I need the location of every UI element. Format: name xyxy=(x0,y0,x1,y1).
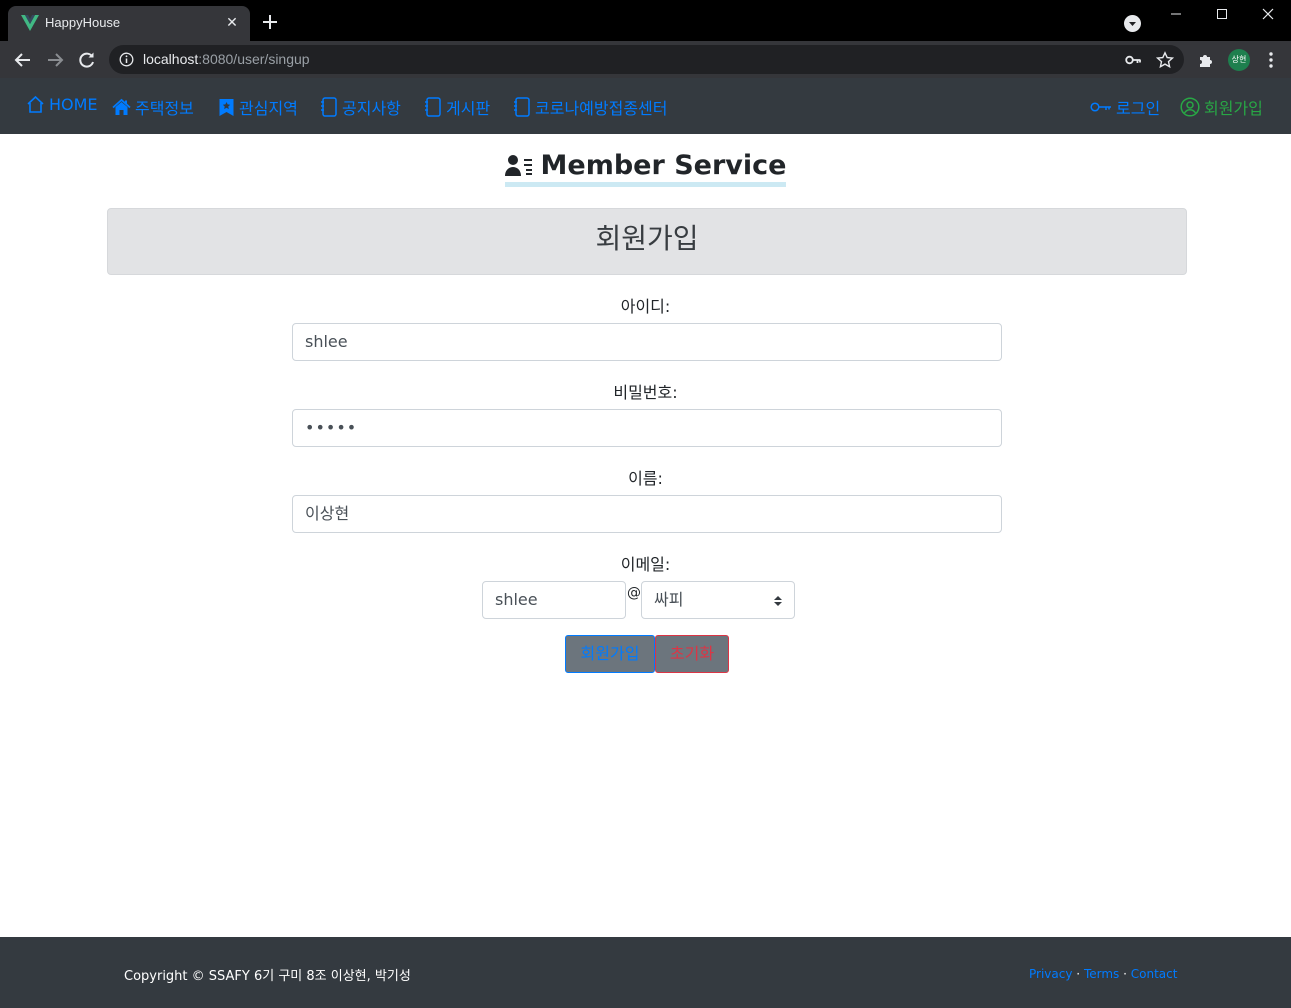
id-label: 아이디: xyxy=(620,297,671,316)
site-navbar: HOME 주택정보 관심지역 공지사항 게시판 코로나예방접종센터 로그인 회원… xyxy=(0,78,1291,134)
forward-icon[interactable] xyxy=(45,50,65,70)
select-caret-icon xyxy=(774,596,782,606)
footer-separator: · xyxy=(1123,967,1127,981)
new-tab-icon[interactable] xyxy=(261,13,279,31)
extensions-puzzle-icon[interactable] xyxy=(1197,51,1215,69)
journal-icon xyxy=(321,97,337,117)
nav-notice[interactable]: 공지사항 xyxy=(320,95,401,119)
browser-titlebar: HappyHouse ✕ xyxy=(0,0,1291,41)
name-input[interactable]: 이상현 xyxy=(292,495,1002,533)
close-window-icon[interactable] xyxy=(1245,0,1291,28)
password-label: 비밀번호: xyxy=(613,383,678,402)
id-input[interactable]: shlee xyxy=(292,323,1002,361)
nav-vaccination-center-label: 코로나예방접종센터 xyxy=(535,99,668,118)
email-domain-value: 싸피 xyxy=(654,590,684,609)
copyright-text: Copyright © SSAFY 6기 구미 8조 이상현, 박기성 xyxy=(124,969,411,984)
nav-home[interactable]: HOME xyxy=(26,95,98,114)
url-path: :8080/user/singup xyxy=(198,51,310,67)
footer-link-contact[interactable]: Contact xyxy=(1131,967,1178,981)
reset-button[interactable]: 초기화 xyxy=(655,635,729,673)
address-bar[interactable]: localhost:8080/user/singup xyxy=(109,45,1184,74)
footer-link-privacy[interactable]: Privacy xyxy=(1029,967,1072,981)
nav-home-label: HOME xyxy=(49,95,98,114)
email-domain-select[interactable]: 싸피 xyxy=(641,581,795,619)
profile-indicator-icon[interactable] xyxy=(1124,15,1141,32)
page-title-label: Member Service xyxy=(540,150,787,181)
password-key-icon[interactable] xyxy=(1125,53,1141,67)
nav-interest-area-label: 관심지역 xyxy=(239,99,298,118)
email-at-sign: @ xyxy=(627,585,641,601)
person-lines-icon xyxy=(504,155,532,176)
email-label: 이메일: xyxy=(620,555,671,574)
nav-login-label: 로그인 xyxy=(1116,99,1161,118)
email-user-input[interactable]: shlee xyxy=(482,581,626,619)
browser-tab[interactable]: HappyHouse ✕ xyxy=(8,6,250,41)
tab-title: HappyHouse xyxy=(45,15,121,30)
footer-links: Privacy · Terms · Contact xyxy=(1029,967,1177,981)
tab-close-icon[interactable]: ✕ xyxy=(224,15,240,31)
nav-house-info-label: 주택정보 xyxy=(135,99,194,118)
reload-icon[interactable] xyxy=(77,50,97,70)
name-label: 이름: xyxy=(628,469,663,488)
footer-link-terms[interactable]: Terms xyxy=(1084,967,1119,981)
minimize-icon[interactable] xyxy=(1153,0,1199,28)
signup-heading: 회원가입 xyxy=(595,222,699,255)
maximize-icon[interactable] xyxy=(1199,0,1245,28)
back-icon[interactable] xyxy=(13,50,33,70)
nav-board-label: 게시판 xyxy=(446,99,491,118)
browser-menu-icon[interactable] xyxy=(1262,50,1280,70)
journal-icon xyxy=(514,97,530,117)
key-icon xyxy=(1090,102,1111,112)
nav-house-info[interactable]: 주택정보 xyxy=(112,95,194,119)
vue-logo-icon xyxy=(21,15,39,31)
url-host: localhost xyxy=(143,51,199,67)
nav-notice-label: 공지사항 xyxy=(342,99,401,118)
nav-signup-label: 회원가입 xyxy=(1204,99,1263,118)
profile-avatar[interactable]: 상현 xyxy=(1228,49,1250,71)
person-circle-icon xyxy=(1180,97,1200,117)
password-input[interactable]: ••••• xyxy=(292,409,1002,447)
url-text[interactable]: localhost:8080/user/singup xyxy=(143,51,310,67)
home-icon xyxy=(27,95,44,113)
bookmark-star-icon xyxy=(219,98,234,116)
signup-submit-button[interactable]: 회원가입 xyxy=(565,635,655,673)
site-info-icon[interactable] xyxy=(119,52,134,67)
nav-board[interactable]: 게시판 xyxy=(424,95,490,119)
site-footer: Copyright © SSAFY 6기 구미 8조 이상현, 박기성 Priv… xyxy=(0,937,1291,1008)
page-title: Member Service xyxy=(0,150,1291,187)
nav-login[interactable]: 로그인 xyxy=(1090,95,1160,119)
footer-separator: · xyxy=(1076,967,1081,981)
browser-toolbar: localhost:8080/user/singup 상현 xyxy=(0,41,1291,78)
page-title-text: Member Service xyxy=(504,150,787,187)
journal-icon xyxy=(425,97,441,117)
house-fill-icon xyxy=(112,98,131,115)
nav-interest-area[interactable]: 관심지역 xyxy=(218,95,298,119)
bookmark-star-icon[interactable] xyxy=(1156,51,1174,69)
nav-signup[interactable]: 회원가입 xyxy=(1180,95,1263,119)
signup-header-banner: 회원가입 xyxy=(107,208,1187,275)
nav-vaccination-center[interactable]: 코로나예방접종센터 xyxy=(513,95,667,119)
